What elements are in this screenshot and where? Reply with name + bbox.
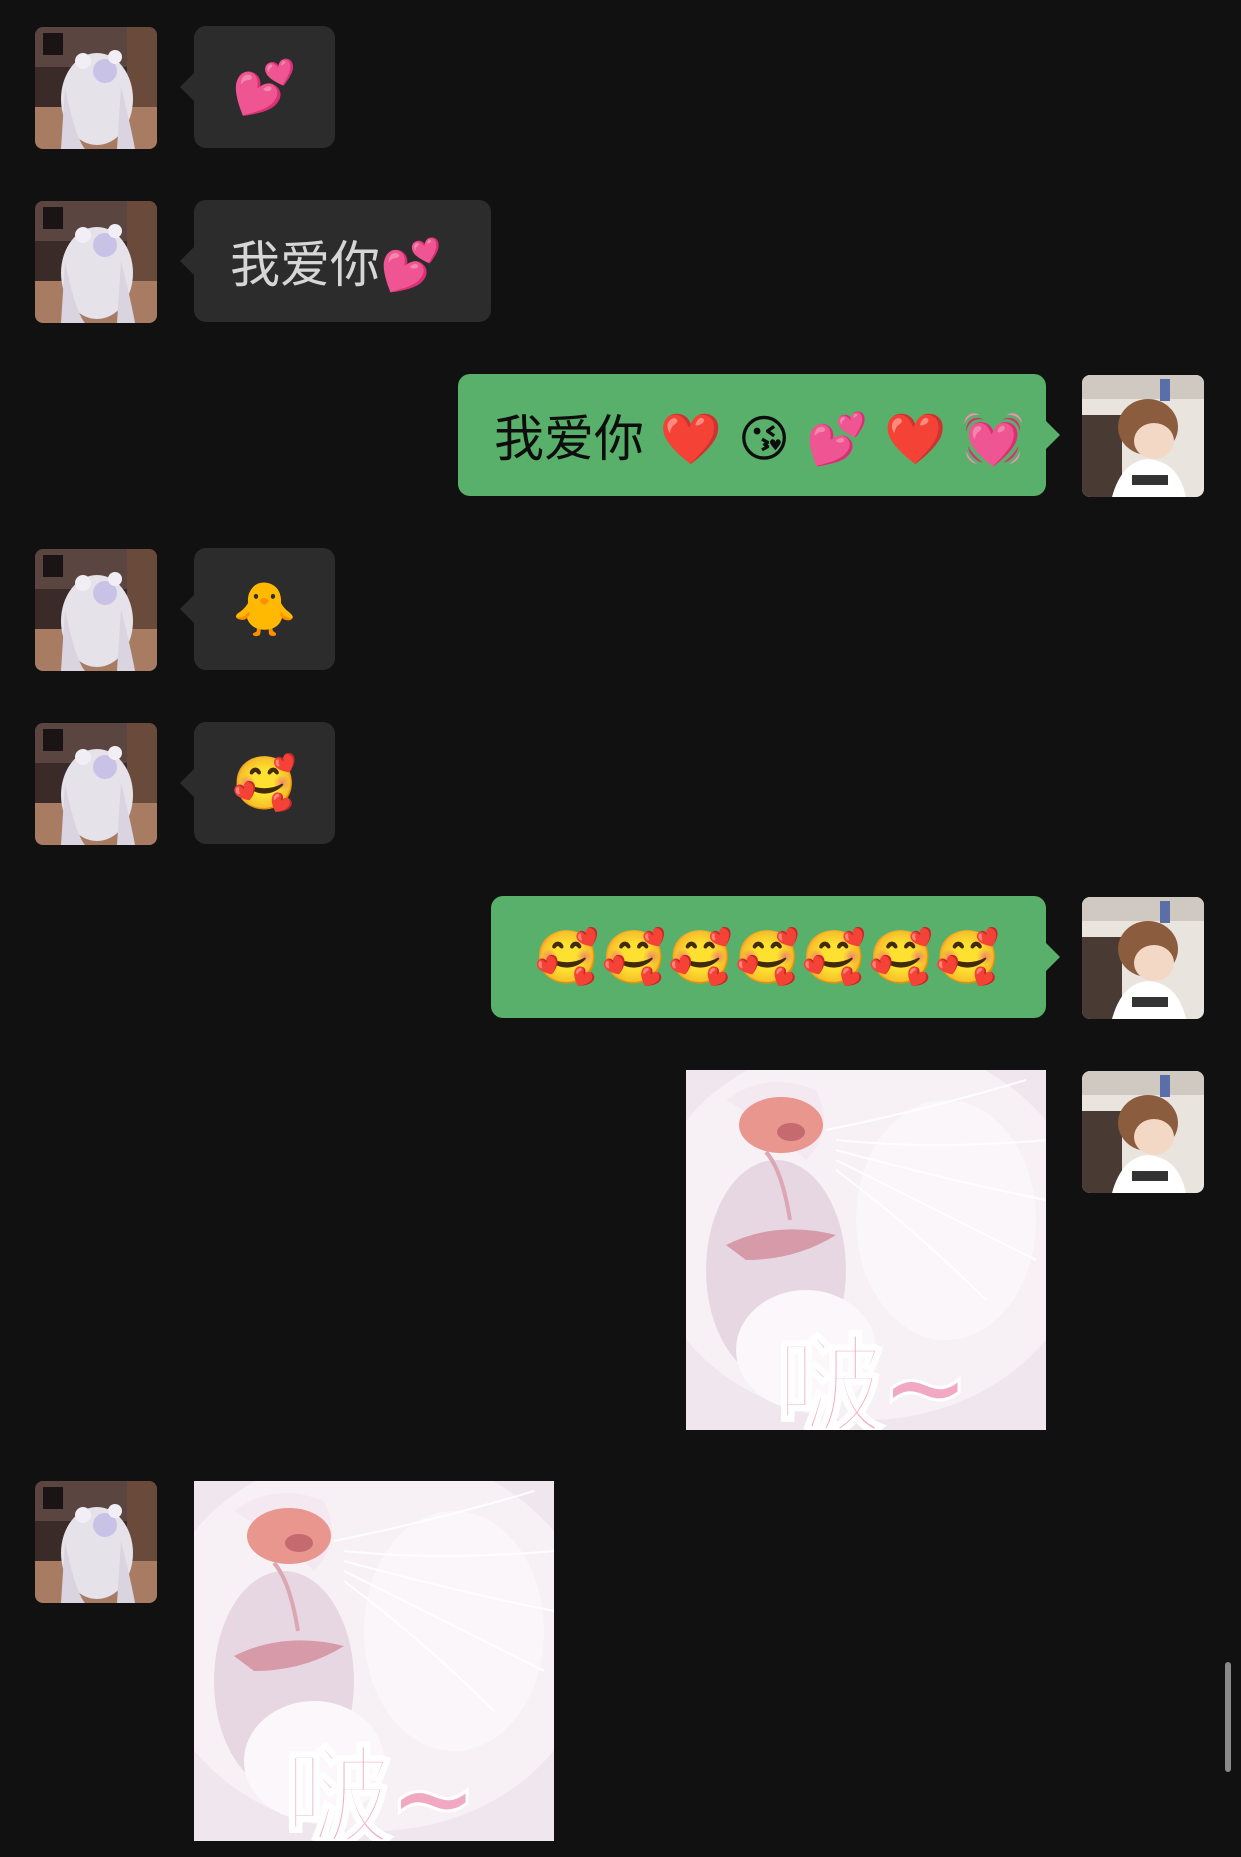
message-text: 🥰🥰🥰🥰🥰🥰🥰: [534, 927, 1003, 988]
avatar-her-image: [35, 723, 157, 845]
outgoing-message-bubble[interactable]: 🥰🥰🥰🥰🥰🥰🥰: [491, 896, 1060, 1018]
message-text: 我爱你💕: [230, 236, 443, 294]
avatar-me[interactable]: [1082, 375, 1204, 497]
avatar-her[interactable]: [35, 549, 157, 671]
message-text: 我爱你 ❤️ 😘 💕 ❤️ 💓: [494, 410, 1025, 468]
incoming-message-bubble[interactable]: 🥰: [180, 722, 335, 844]
sticker-image[interactable]: 啵~: [194, 1481, 554, 1841]
sticker-image[interactable]: 啵~: [686, 1070, 1046, 1430]
incoming-message-bubble[interactable]: 💕: [180, 26, 335, 148]
avatar-her-image: [35, 27, 157, 149]
message-text: 🐥: [232, 579, 297, 640]
avatar-her[interactable]: [35, 1481, 157, 1603]
message-text: 💕: [232, 57, 297, 118]
scrollbar[interactable]: [1225, 1662, 1231, 1772]
avatar-me[interactable]: [1082, 897, 1204, 1019]
avatar-her-image: [35, 201, 157, 323]
outgoing-message-bubble[interactable]: 我爱你 ❤️ 😘 💕 ❤️ 💓: [458, 374, 1060, 496]
avatar-her-image: [35, 549, 157, 671]
incoming-message-bubble[interactable]: 我爱你💕: [180, 200, 491, 322]
avatar-her-image: [35, 1481, 157, 1603]
avatar-her[interactable]: [35, 27, 157, 149]
avatar-me-image: [1082, 1071, 1204, 1193]
avatar-her[interactable]: [35, 723, 157, 845]
incoming-message-bubble[interactable]: 🐥: [180, 548, 335, 670]
avatar-me-image: [1082, 897, 1204, 1019]
message-text: 🥰: [232, 753, 297, 814]
avatar-her[interactable]: [35, 201, 157, 323]
avatar-me-image: [1082, 375, 1204, 497]
avatar-me[interactable]: [1082, 1071, 1204, 1193]
sticker-caption: 啵~: [775, 1324, 972, 1431]
sticker-caption: 啵~: [283, 1735, 480, 1842]
